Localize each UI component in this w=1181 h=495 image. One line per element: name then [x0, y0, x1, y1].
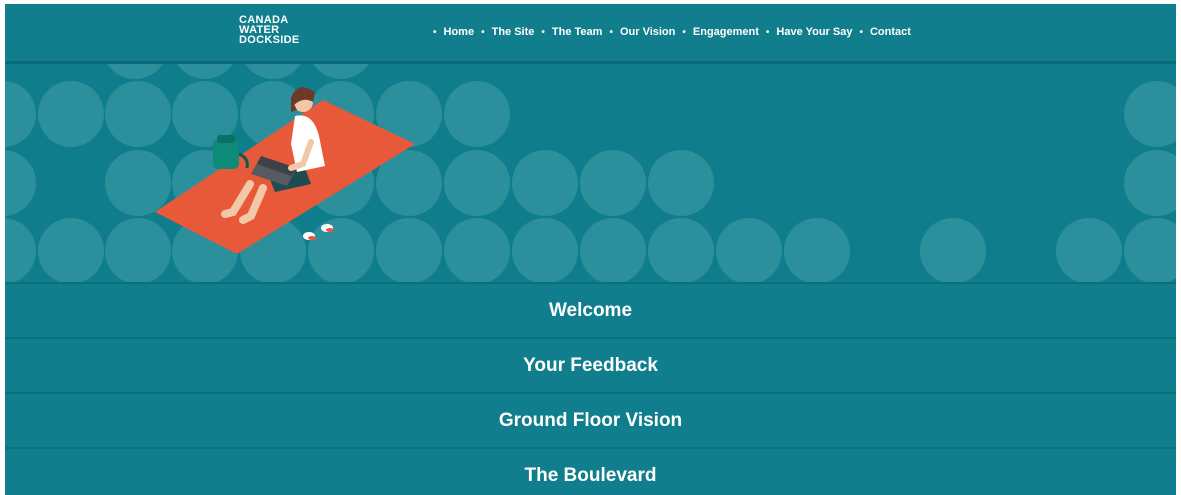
nav-bullet: • [541, 26, 545, 38]
section-ground-floor-vision[interactable]: Ground Floor Vision [5, 392, 1176, 447]
hero-illustration [5, 64, 1176, 282]
section-welcome[interactable]: Welcome [5, 282, 1176, 337]
section-the-boulevard[interactable]: The Boulevard [5, 447, 1176, 495]
nav-home-link[interactable]: Home [444, 26, 475, 38]
circle-pattern [5, 64, 1176, 282]
nav-bullet: • [765, 26, 770, 38]
nav-the-team-link[interactable]: The Team [552, 26, 603, 38]
nav-our-vision-link[interactable]: Our Vision [620, 26, 675, 38]
section-your-feedback[interactable]: Your Feedback [5, 337, 1176, 392]
sections-accordion: Welcome Your Feedback Ground Floor Visio… [5, 282, 1176, 495]
page-frame: CANADA WATER DOCKSIDE • Home • The Site … [5, 4, 1176, 495]
hero-banner [5, 64, 1176, 282]
site-logo[interactable]: CANADA WATER DOCKSIDE [239, 15, 300, 46]
site-header: CANADA WATER DOCKSIDE • Home • The Site … [5, 4, 1176, 64]
nav-the-site-link[interactable]: The Site [492, 26, 535, 38]
nav-engagement-link[interactable]: Engagement [693, 26, 759, 38]
nav-contact-link[interactable]: Contact [870, 26, 911, 38]
nav-bullet: • [481, 26, 485, 38]
main-nav: • Home • The Site • The Team • Our Visio… [433, 24, 911, 40]
nav-bullet: • [859, 26, 863, 38]
nav-have-your-say-link[interactable]: Have Your Say [776, 26, 852, 38]
logo-line-3: DOCKSIDE [239, 34, 300, 46]
nav-bullet: • [682, 26, 686, 38]
nav-bullet: • [609, 26, 613, 38]
nav-bullet: • [433, 26, 437, 38]
